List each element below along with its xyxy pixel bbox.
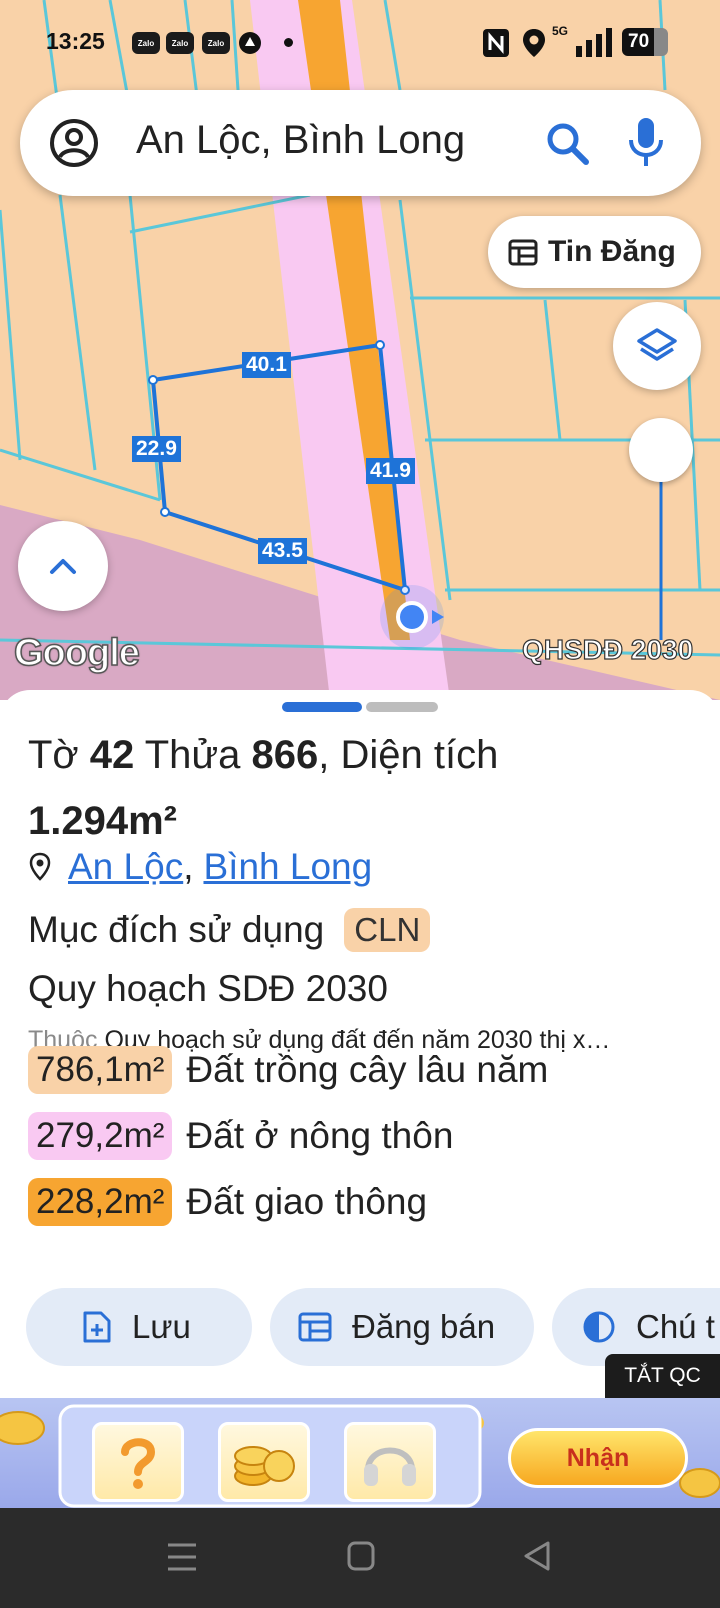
calendar-list-icon xyxy=(298,1312,332,1342)
account-icon[interactable] xyxy=(48,117,100,169)
map-layer-label: QHSDĐ 2030 xyxy=(521,633,694,665)
ad-banner[interactable]: Nhận xyxy=(0,1398,720,1508)
my-location-dot xyxy=(396,601,428,633)
ad-coins-tile[interactable] xyxy=(218,1422,310,1502)
parcel-title: Tờ 42 Thửa 866, Diện tích 1.294m² xyxy=(28,722,678,854)
hide-ad-button[interactable]: TẮT QC xyxy=(605,1354,720,1398)
battery-indicator: 70 xyxy=(622,28,668,56)
land-use-area-badge: 786,1m² xyxy=(28,1046,173,1094)
headphones-icon xyxy=(364,1447,416,1486)
calendar-list-icon xyxy=(508,239,538,266)
listings-button[interactable]: Tin Đăng xyxy=(488,216,701,288)
nfc-icon xyxy=(483,29,509,57)
purpose-label: Mục đích sử dụng xyxy=(28,909,325,950)
land-purpose-row: Mục đích sử dụng CLN xyxy=(28,908,431,952)
google-logo: Google xyxy=(13,631,140,675)
land-use-area-badge: 279,2m² xyxy=(28,1112,173,1160)
status-time: 13:25 xyxy=(46,28,105,54)
zalo-notification-icon: Zalo xyxy=(132,32,160,54)
land-use-label: Đất ở nông thôn xyxy=(186,1115,454,1156)
microphone-icon[interactable] xyxy=(626,114,666,170)
ad-headphones-tile[interactable] xyxy=(344,1422,436,1502)
edge-length-label: 41.9 xyxy=(366,458,415,484)
land-use-label: Đất trồng cây lâu năm xyxy=(186,1049,549,1090)
sheet-number: 42 xyxy=(89,733,135,777)
listings-label: Tin Đăng xyxy=(548,235,676,268)
chevron-up-icon xyxy=(50,559,76,574)
ad-claim-button[interactable]: Nhận xyxy=(508,1428,688,1488)
parcel-location: An Lộc, Bình Long xyxy=(28,846,372,888)
status-bar: 13:25 Zalo Zalo Zalo 5G 70 xyxy=(0,0,720,84)
land-use-label: Đất giao thông xyxy=(186,1181,428,1222)
save-label: Lưu xyxy=(132,1308,191,1345)
home-icon[interactable] xyxy=(346,1540,376,1572)
post-sale-button[interactable]: Đăng bán xyxy=(270,1288,534,1366)
add-file-icon xyxy=(83,1311,111,1343)
back-icon[interactable] xyxy=(522,1540,552,1572)
land-use-area-badge: 228,2m² xyxy=(28,1178,173,1226)
location-town-link[interactable]: Bình Long xyxy=(203,846,372,888)
app-notification-icon xyxy=(239,32,261,54)
edge-length-label: 43.5 xyxy=(258,538,307,564)
recents-icon[interactable] xyxy=(166,1540,198,1574)
land-use-row: 786,1m² Đất trồng cây lâu năm xyxy=(28,1046,548,1094)
question-mark-icon xyxy=(121,1438,156,1489)
location-separator: , xyxy=(183,846,194,887)
coins-icon xyxy=(234,1446,295,1486)
zalo-notification-icon: Zalo xyxy=(202,32,230,54)
edge-length-label: 40.1 xyxy=(242,352,291,378)
sheet-handle-inactive[interactable] xyxy=(366,702,438,712)
layers-icon xyxy=(637,328,677,361)
post-sale-label: Đăng bán xyxy=(352,1308,496,1345)
title-prefix: Tờ xyxy=(28,733,79,777)
purpose-code-badge: CLN xyxy=(344,908,431,952)
sheet-handle-active[interactable] xyxy=(282,702,362,712)
signal-icon xyxy=(576,28,612,57)
land-use-row: 279,2m² Đất ở nông thôn xyxy=(28,1112,453,1160)
parcel-area: 1.294m² xyxy=(28,799,177,843)
contrast-icon xyxy=(583,1311,615,1343)
ad-question-tile[interactable] xyxy=(92,1422,184,1502)
location-status-icon xyxy=(523,29,545,57)
network-type: 5G xyxy=(552,24,569,38)
land-use-row: 228,2m² Đất giao thông xyxy=(28,1178,427,1226)
layers-button[interactable] xyxy=(613,302,701,390)
legend-label: Chú t xyxy=(636,1308,715,1345)
opacity-slider-handle[interactable] xyxy=(629,418,693,482)
parcel-info-sheet[interactable]: Tờ 42 Thửa 866, Diện tích 1.294m² An Lộc… xyxy=(0,690,720,1400)
system-nav-bar xyxy=(0,1508,720,1608)
plan-title: Quy hoạch SDĐ 2030 xyxy=(28,968,388,1009)
location-pin-icon xyxy=(29,852,51,881)
save-button[interactable]: Lưu xyxy=(26,1288,252,1366)
expand-sheet-button[interactable] xyxy=(18,521,108,611)
zalo-notification-icon: Zalo xyxy=(166,32,194,54)
search-bar[interactable]: An Lộc, Bình Long xyxy=(20,90,701,196)
title-suffix: , Diện tích xyxy=(318,733,499,777)
location-ward-link[interactable]: An Lộc xyxy=(68,846,183,888)
search-icon[interactable] xyxy=(542,118,592,168)
search-query[interactable]: An Lộc, Bình Long xyxy=(136,118,465,163)
edge-length-label: 22.9 xyxy=(132,436,181,462)
more-notifications-dot xyxy=(284,38,293,47)
parcel-number: 866 xyxy=(251,733,319,777)
title-mid: Thửa xyxy=(144,733,241,777)
